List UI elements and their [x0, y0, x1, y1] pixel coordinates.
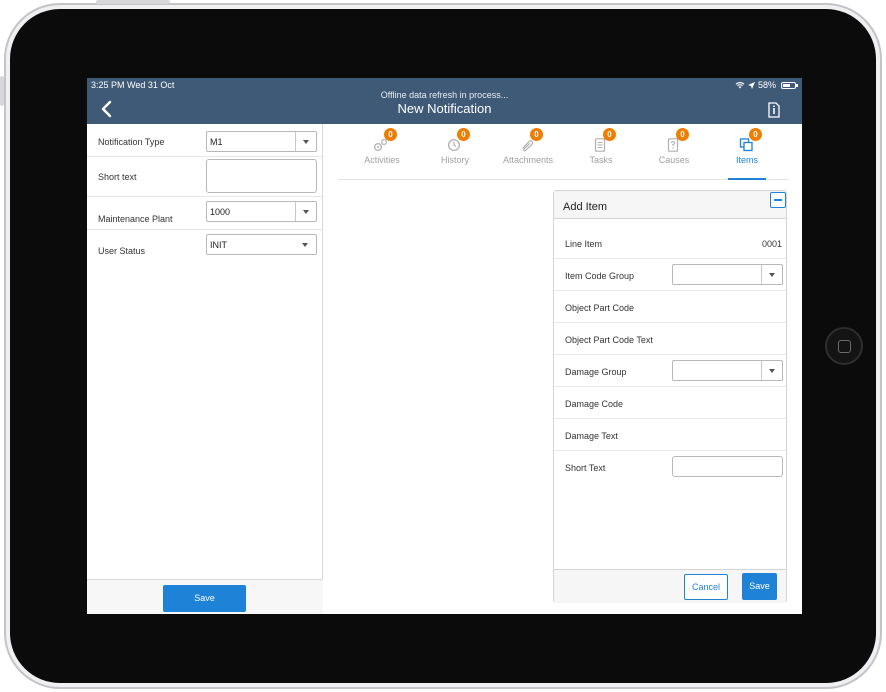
- row-damage-text[interactable]: Damage Text: [554, 419, 786, 451]
- short-text-label: Short text: [98, 172, 137, 182]
- form-row-notification-type: Notification Type M1: [87, 124, 323, 157]
- wifi-icon: [735, 82, 745, 89]
- item-code-group-label: Item Code Group: [565, 271, 635, 281]
- row-object-part-code-text[interactable]: Object Part Code Text: [554, 323, 786, 355]
- tab-badge: 0: [676, 128, 689, 141]
- dropdown-cell: [761, 265, 782, 284]
- tab-badge: 0: [749, 128, 762, 141]
- header-subtitle: Offline data refresh in process...: [380, 90, 509, 100]
- active-tab-indicator: [728, 178, 766, 180]
- add-item-header: Add Item: [554, 191, 786, 219]
- navigation-header: 3:25 PM Wed 31 Oct 58% Offline data refr…: [87, 78, 802, 124]
- maintenance-plant-value: 1000: [210, 207, 231, 217]
- notification-type-value: M1: [210, 137, 223, 147]
- status-indicators: 58%: [735, 80, 798, 90]
- item-code-group-select[interactable]: [672, 264, 783, 285]
- dropdown-arrow-icon: [769, 369, 775, 373]
- user-status-value: INIT: [210, 240, 227, 250]
- add-item-title: Add Item: [563, 201, 608, 213]
- object-part-code-label: Object Part Code: [565, 303, 635, 313]
- dropdown-cell: [295, 132, 316, 151]
- add-item-card: Add Item Line Item 0001 Item Code Group …: [553, 190, 787, 603]
- tab-badge: 0: [457, 128, 470, 141]
- home-square-icon: [838, 340, 851, 353]
- damage-group-label: Damage Group: [565, 367, 627, 377]
- form-row-short-text: Short text: [87, 157, 323, 197]
- tab-badge: 0: [384, 128, 397, 141]
- tab-label: History: [440, 155, 469, 165]
- notification-type-label: Notification Type: [98, 137, 165, 147]
- tab-causes[interactable]: 0 Causes: [639, 124, 709, 180]
- add-item-footer: Cancel Save: [554, 569, 786, 603]
- save-button[interactable]: Save: [163, 585, 246, 612]
- dropdown-arrow-icon: [303, 140, 309, 144]
- damage-text-label: Damage Text: [565, 431, 618, 441]
- tab-label: Activities: [364, 155, 400, 165]
- tab-attachments[interactable]: 0 Attachments: [493, 124, 563, 180]
- user-status-label: User Status: [98, 246, 146, 256]
- tab-activities[interactable]: 0 Activities: [347, 124, 417, 180]
- object-part-code-text-label: Object Part Code Text: [565, 335, 653, 345]
- status-time: 3:25 PM Wed 31 Oct: [91, 80, 175, 90]
- line-item-label: Line Item: [565, 239, 603, 249]
- notification-form-panel: Notification Type M1 Short text Maintena…: [87, 124, 323, 614]
- row-item-code-group: Item Code Group: [554, 259, 786, 291]
- battery-percent: 58%: [757, 80, 776, 90]
- mute-switch: [0, 76, 4, 106]
- document-info-icon[interactable]: [768, 102, 780, 118]
- item-short-text-label: Short Text: [565, 463, 606, 473]
- user-status-select[interactable]: INIT: [206, 234, 317, 255]
- tab-badge: 0: [603, 128, 616, 141]
- tab-label: Tasks: [589, 155, 613, 165]
- short-text-input[interactable]: [206, 159, 317, 193]
- damage-code-label: Damage Code: [565, 399, 624, 409]
- minus-icon: [774, 199, 782, 201]
- maintenance-plant-select[interactable]: 1000: [206, 201, 317, 222]
- dropdown-cell: [295, 202, 316, 221]
- dropdown-arrow-icon: [302, 243, 308, 247]
- left-panel-footer: Save: [87, 579, 323, 614]
- row-short-text: Short Text: [554, 451, 786, 483]
- tab-label: Attachments: [502, 155, 554, 165]
- back-chevron-icon[interactable]: [99, 100, 115, 118]
- power-button: [96, 0, 170, 4]
- tab-badge: 0: [530, 128, 543, 141]
- location-arrow-icon: [747, 81, 755, 89]
- page-title: New Notification: [397, 101, 492, 116]
- home-button[interactable]: [825, 327, 863, 365]
- dropdown-cell: [761, 361, 782, 380]
- detail-tabs: 0 Activities 0 History 0 Attachments 0 T…: [338, 124, 788, 180]
- dropdown-arrow-icon: [303, 210, 309, 214]
- maintenance-plant-label: Maintenance Plant: [98, 214, 173, 224]
- collapse-button[interactable]: [770, 192, 786, 208]
- app-screen: 3:25 PM Wed 31 Oct 58% Offline data refr…: [87, 78, 802, 614]
- tab-label: Causes: [658, 155, 690, 165]
- form-row-user-status: User Status INIT: [87, 230, 323, 260]
- notification-type-select[interactable]: M1: [206, 131, 317, 152]
- battery-icon: [781, 81, 798, 89]
- form-row-maintenance-plant: Maintenance Plant 1000: [87, 197, 323, 230]
- tab-label: Items: [735, 155, 758, 165]
- dropdown-arrow-icon: [769, 273, 775, 277]
- row-object-part-code[interactable]: Object Part Code: [554, 291, 786, 323]
- damage-group-select[interactable]: [672, 360, 783, 381]
- row-line-item: Line Item 0001: [554, 227, 786, 259]
- row-damage-group: Damage Group: [554, 355, 786, 387]
- tab-items[interactable]: 0 Items: [712, 124, 782, 180]
- tab-tasks[interactable]: 0 Tasks: [566, 124, 636, 180]
- cancel-button[interactable]: Cancel: [684, 574, 728, 600]
- line-item-value: 0001: [761, 239, 782, 249]
- row-damage-code[interactable]: Damage Code: [554, 387, 786, 419]
- tab-history[interactable]: 0 History: [420, 124, 490, 180]
- item-short-text-input[interactable]: [672, 456, 783, 477]
- item-save-button[interactable]: Save: [742, 573, 777, 600]
